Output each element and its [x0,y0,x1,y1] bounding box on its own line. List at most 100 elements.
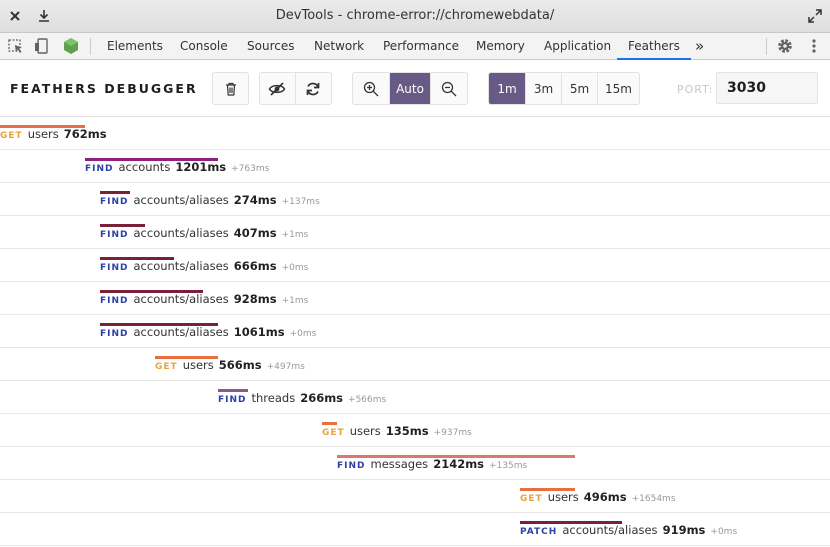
request-service: messages [370,457,429,471]
request-method: FIND [100,197,129,207]
request-duration: 407ms [233,226,277,240]
request-method: FIND [100,329,129,339]
time-range-group: 1m 3m 5m 15m [488,72,640,105]
request-row[interactable]: FIND accounts 1201ms +763ms [0,150,830,183]
more-tabs-icon[interactable]: » [695,33,704,60]
range-1m-button[interactable]: 1m [489,73,526,104]
maximize-icon[interactable] [805,6,825,26]
window-title: DevTools - chrome-error://chromewebdata/ [275,8,555,23]
request-delta: +763ms [231,164,270,174]
request-row[interactable]: FIND threads 266ms +566ms [0,381,830,414]
tab-application[interactable]: Application [544,33,611,60]
request-duration: 919ms [662,523,706,537]
request-service: accounts/aliases [133,292,229,306]
request-duration: 762ms [63,127,107,141]
request-label: GET users 135ms +937ms [322,424,472,438]
request-duration: 496ms [583,490,627,504]
trash-icon [223,81,239,97]
request-label: FIND threads 266ms +566ms [218,391,386,405]
request-duration: 274ms [233,193,277,207]
tab-memory[interactable]: Memory [476,33,525,60]
request-method: GET [155,362,178,372]
refresh-icon [305,81,321,97]
request-delta: +497ms [266,362,305,372]
tab-elements[interactable]: Elements [107,33,163,60]
request-duration: 928ms [233,292,277,306]
request-label: PATCH accounts/aliases 919ms +0ms [520,523,737,537]
request-delta: +1ms [281,296,309,306]
request-row[interactable]: FIND messages 2142ms +135ms [0,447,830,480]
zoom-group: Auto [352,72,468,105]
clear-button[interactable] [212,72,249,105]
request-duration: 1061ms [233,325,285,339]
brand-title: FEATHERS DEBUGGER [10,81,198,96]
request-label: FIND accounts/aliases 274ms +137ms [100,193,320,207]
request-delta: +1ms [281,230,309,240]
tabbar-separator [766,38,767,55]
request-service: accounts [118,160,171,174]
request-row[interactable]: GET users 762ms [0,117,830,150]
request-row[interactable]: FIND accounts/aliases 407ms +1ms [0,216,830,249]
zoom-auto-button[interactable]: Auto [390,73,431,104]
request-row[interactable]: FIND accounts/aliases 1061ms +0ms [0,315,830,348]
range-3m-button[interactable]: 3m [526,73,562,104]
request-row[interactable]: FIND accounts/aliases 666ms +0ms [0,249,830,282]
request-method: FIND [100,263,129,273]
window-titlebar: DevTools - chrome-error://chromewebdata/ [0,0,830,33]
request-method: FIND [100,296,129,306]
request-service: accounts/aliases [133,259,229,273]
more-options-icon[interactable] [805,37,823,55]
request-row[interactable]: GET users 135ms +937ms [0,414,830,447]
request-label: FIND accounts/aliases 407ms +1ms [100,226,308,240]
request-service: accounts/aliases [133,226,229,240]
request-service: users [349,424,381,438]
zoom-out-icon [441,81,457,97]
visibility-refresh-group [259,72,332,105]
request-service: accounts/aliases [133,325,229,339]
request-service: accounts/aliases [133,193,229,207]
zoom-out-button[interactable] [431,73,467,104]
tab-network[interactable]: Network [314,33,364,60]
request-duration: 266ms [300,391,344,405]
request-label: FIND accounts/aliases 1061ms +0ms [100,325,316,339]
port-input[interactable] [716,72,818,104]
request-service: accounts/aliases [562,523,658,537]
inspect-element-icon[interactable] [7,37,25,55]
range-5m-button[interactable]: 5m [562,73,598,104]
range-15m-button[interactable]: 15m [598,73,639,104]
request-method: FIND [337,461,366,471]
request-method: PATCH [520,527,558,537]
tabbar-separator [90,38,91,55]
request-delta: +0ms [289,329,317,339]
request-service: users [182,358,214,372]
request-label: GET users 496ms +1654ms [520,490,676,504]
request-delta: +0ms [710,527,738,537]
tab-performance[interactable]: Performance [383,33,459,60]
hide-button[interactable] [260,73,296,104]
devtools-tabbar: Elements Console Sources Network Perform… [0,33,830,60]
request-label: FIND accounts/aliases 928ms +1ms [100,292,308,306]
request-row[interactable]: PATCH accounts/aliases 919ms +0ms [0,513,830,546]
eye-off-icon [268,81,286,97]
request-service: users [27,127,59,141]
tab-console[interactable]: Console [180,33,228,60]
device-toggle-icon[interactable] [33,37,51,55]
request-delta: +1654ms [631,494,676,504]
zoom-in-button[interactable] [353,73,390,104]
node-icon[interactable] [62,37,80,55]
refresh-button[interactable] [296,73,332,104]
request-duration: 135ms [385,424,429,438]
request-row[interactable]: FIND accounts/aliases 274ms +137ms [0,183,830,216]
request-row[interactable]: GET users 566ms +497ms [0,348,830,381]
request-timeline: GET users 762ms FIND accounts 1201ms +763ms FIN… [0,117,830,547]
request-label: FIND accounts 1201ms +763ms [85,160,269,174]
gear-icon[interactable] [776,37,794,55]
tab-feathers[interactable]: Feathers [617,33,691,60]
request-delta: +0ms [281,263,309,273]
zoom-in-icon [363,81,379,97]
request-row[interactable]: GET users 496ms +1654ms [0,480,830,513]
request-row[interactable]: FIND accounts/aliases 928ms +1ms [0,282,830,315]
request-duration: 2142ms [433,457,485,471]
request-delta: +135ms [489,461,528,471]
tab-sources[interactable]: Sources [247,33,294,60]
